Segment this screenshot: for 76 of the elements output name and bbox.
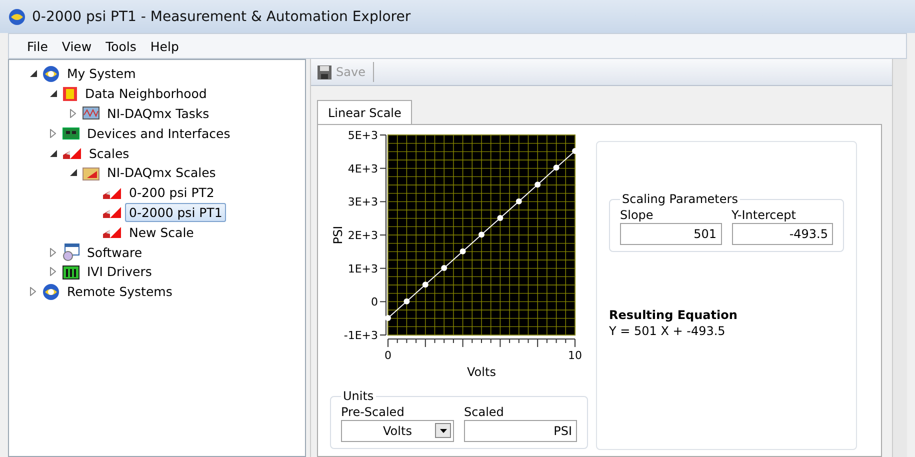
dropdown-button[interactable] <box>435 423 451 438</box>
menu-item[interactable]: Tools <box>100 38 142 54</box>
tree-item[interactable]: New Scale <box>125 222 198 242</box>
collapsed-icon[interactable] <box>30 287 36 296</box>
expanded-icon[interactable] <box>50 90 56 98</box>
field-label: Y-Intercept <box>732 208 797 222</box>
board-icon <box>62 125 80 142</box>
data-point <box>422 282 428 288</box>
field-label: Slope <box>620 208 654 222</box>
field-label: Scaled <box>464 405 505 419</box>
data-point <box>516 198 522 204</box>
field-label: Pre-Scaled <box>341 405 406 419</box>
scale-icon <box>102 205 122 220</box>
data-point <box>478 232 484 238</box>
collapsed-icon[interactable] <box>50 128 56 138</box>
dropdown[interactable]: Volts <box>341 420 454 442</box>
collapsed-icon[interactable] <box>70 108 76 118</box>
expanded-icon[interactable] <box>30 70 36 78</box>
data-point <box>460 248 466 254</box>
tree-item[interactable]: NI-DAQmx Scales <box>103 163 220 182</box>
data-icon <box>62 86 78 102</box>
tree-item[interactable]: Scales <box>85 144 134 163</box>
tree-item[interactable]: Remote Systems <box>63 282 176 302</box>
y-tick-label: 2E+3 <box>348 229 378 242</box>
tab[interactable]: Linear Scale <box>317 100 412 125</box>
data-point <box>553 164 560 171</box>
scale-icon <box>102 186 122 200</box>
data-point <box>534 182 541 188</box>
globe-icon <box>42 282 60 301</box>
input-field[interactable]: -493.5 <box>732 223 833 245</box>
group-title: Units <box>342 389 375 403</box>
y-axis-label: PSI <box>331 226 345 244</box>
y-tick-label: 1E+3 <box>348 262 378 276</box>
x-tick-label: 0 <box>384 349 392 362</box>
menu-item[interactable]: View <box>56 38 98 54</box>
y-tick-label: 0 <box>371 296 378 309</box>
menu-item[interactable]: Help <box>144 38 185 54</box>
tree-item[interactable]: IVI Drivers <box>83 262 156 282</box>
data-point <box>385 315 391 321</box>
software-icon <box>62 243 80 262</box>
data-point <box>441 265 448 271</box>
expanded-icon[interactable] <box>70 169 76 176</box>
data-point <box>404 298 410 304</box>
x-axis-label: Volts <box>467 365 496 379</box>
y-tick-label: 4E+3 <box>348 162 378 176</box>
expanded-icon[interactable] <box>50 150 56 157</box>
chip-icon <box>62 264 80 280</box>
y-tick-label: 3E+3 <box>348 196 378 209</box>
scale-icon <box>62 146 82 160</box>
waveform-icon <box>82 105 100 122</box>
input-field[interactable]: 501 <box>620 223 722 245</box>
window-title: 0-2000 psi PT1 - Measurement & Automation Explorer <box>32 8 411 24</box>
tree-item[interactable]: Software <box>83 242 146 262</box>
collapsed-icon[interactable] <box>50 267 56 276</box>
y-tick-label: -1E+3 <box>344 329 378 342</box>
equation-text: Y = 501 X + -493.5 <box>609 324 726 338</box>
globe-icon <box>42 64 60 83</box>
app-icon <box>8 8 26 26</box>
caret-icon <box>440 428 446 432</box>
folder-icon <box>82 164 100 181</box>
tree-item[interactable]: NI-DAQmx Tasks <box>103 104 214 123</box>
x-tick-label: 10 <box>568 349 582 362</box>
data-point <box>497 215 504 221</box>
tree-item[interactable]: 0-2000 psi PT1 <box>125 202 226 222</box>
scale-icon <box>102 225 122 240</box>
tree-item[interactable]: My System <box>63 64 140 84</box>
tree-item[interactable]: 0-200 psi PT2 <box>125 183 218 202</box>
data-point <box>572 148 578 154</box>
group-title: Scaling Parameters <box>621 192 739 206</box>
y-tick-label: 5E+3 <box>348 129 378 142</box>
tree-item[interactable]: Devices and Interfaces <box>83 124 234 143</box>
input-field[interactable]: PSI <box>464 420 577 442</box>
menu-item[interactable]: File <box>21 38 54 54</box>
equation-title: Resulting Equation <box>609 308 738 322</box>
tree-item[interactable]: Data Neighborhood <box>81 84 211 104</box>
collapsed-icon[interactable] <box>50 248 56 257</box>
